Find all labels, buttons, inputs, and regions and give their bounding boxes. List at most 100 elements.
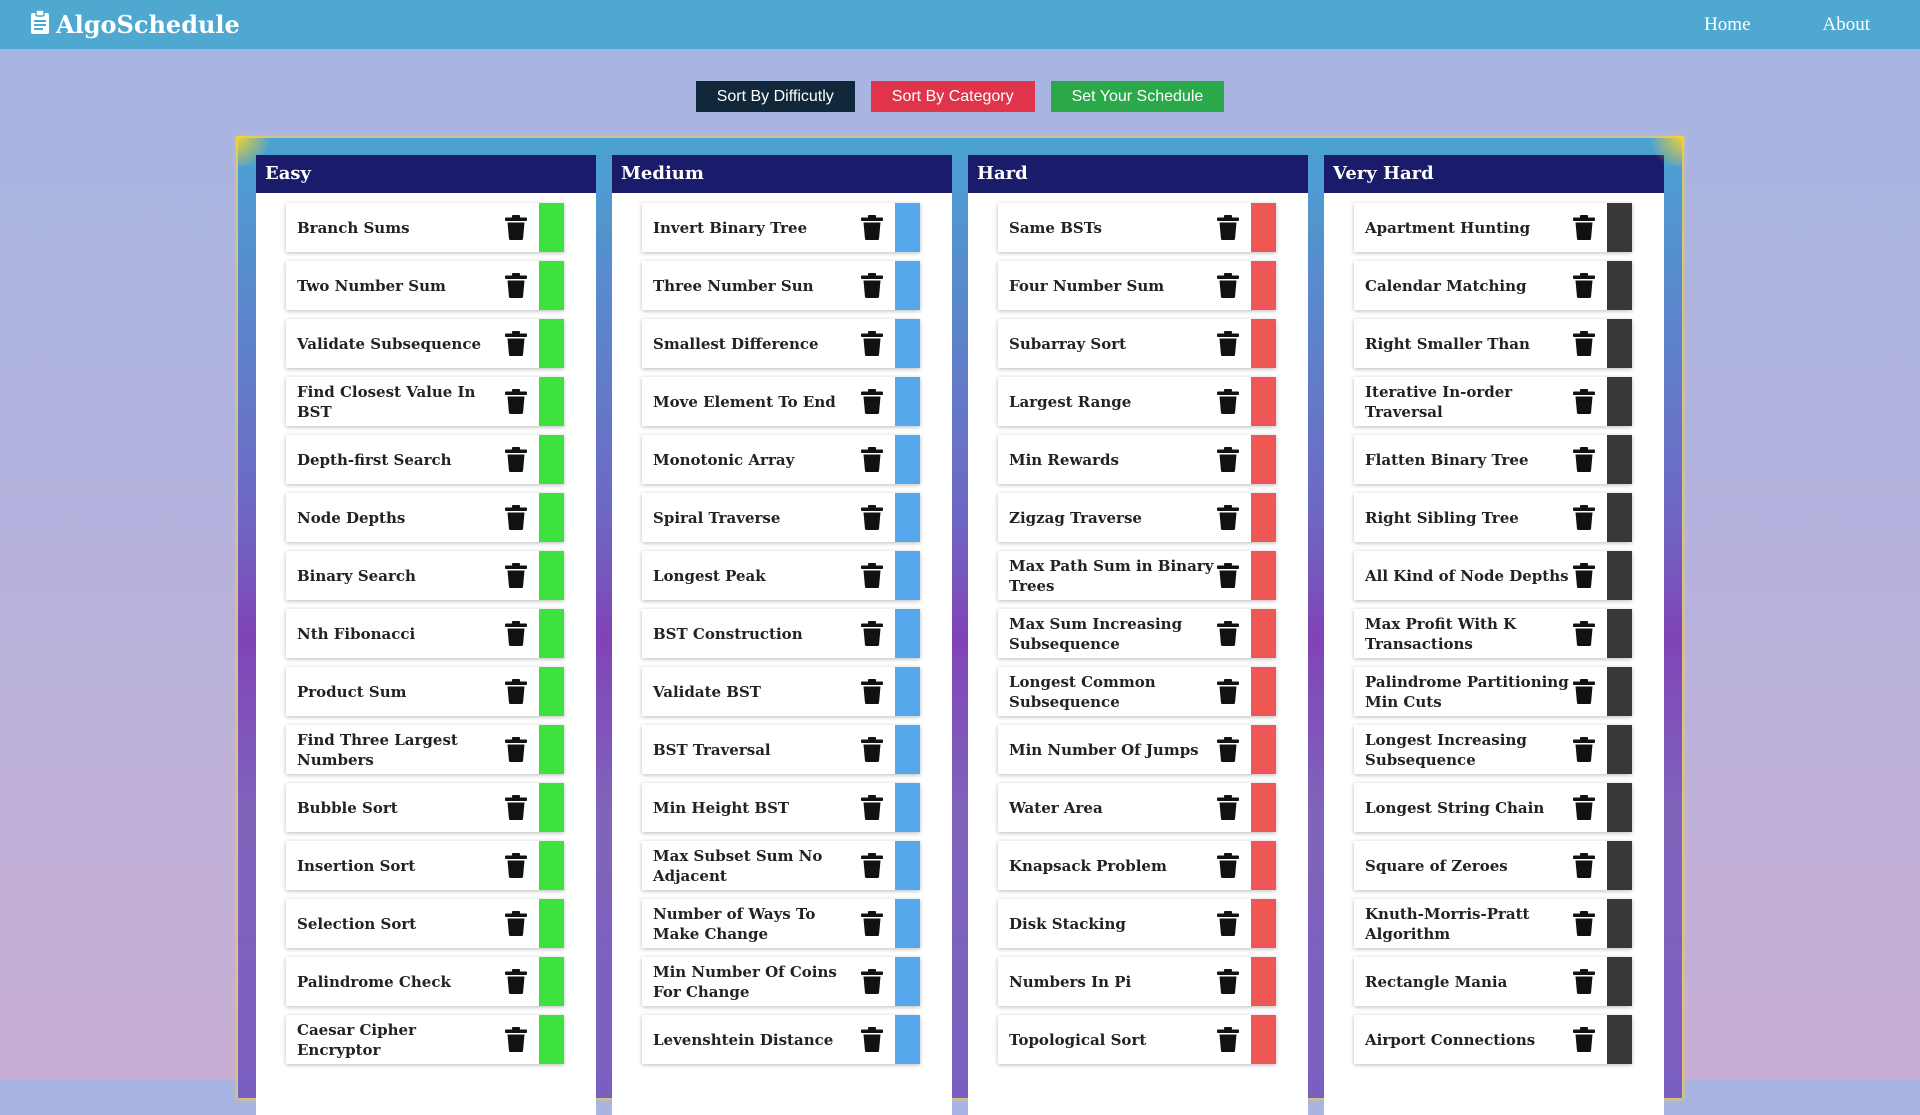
problem-card[interactable]: Max Sum Increasing Subsequence: [998, 609, 1276, 658]
problem-card[interactable]: Square of Zeroes: [1354, 841, 1632, 890]
trash-icon[interactable]: [1217, 1027, 1239, 1052]
problem-card[interactable]: Bubble Sort: [286, 783, 564, 832]
problem-card[interactable]: Binary Search: [286, 551, 564, 600]
problem-card[interactable]: Monotonic Array: [642, 435, 920, 484]
trash-icon[interactable]: [1217, 853, 1239, 878]
problem-card[interactable]: Spiral Traverse: [642, 493, 920, 542]
trash-icon[interactable]: [861, 1027, 883, 1052]
problem-card[interactable]: Depth-first Search: [286, 435, 564, 484]
problem-card[interactable]: Calendar Matching: [1354, 261, 1632, 310]
problem-card[interactable]: Numbers In Pi: [998, 957, 1276, 1006]
set-schedule-button[interactable]: Set Your Schedule: [1050, 81, 1225, 112]
trash-icon[interactable]: [505, 911, 527, 936]
problem-card[interactable]: Airport Connections: [1354, 1015, 1632, 1064]
trash-icon[interactable]: [1573, 737, 1595, 762]
trash-icon[interactable]: [1217, 215, 1239, 240]
problem-card[interactable]: Four Number Sum: [998, 261, 1276, 310]
trash-icon[interactable]: [1217, 331, 1239, 356]
trash-icon[interactable]: [1573, 563, 1595, 588]
problem-card[interactable]: Validate BST: [642, 667, 920, 716]
trash-icon[interactable]: [505, 563, 527, 588]
trash-icon[interactable]: [1217, 389, 1239, 414]
trash-icon[interactable]: [1573, 1027, 1595, 1052]
problem-card[interactable]: Levenshtein Distance: [642, 1015, 920, 1064]
brand[interactable]: AlgoSchedule: [30, 9, 240, 39]
trash-icon[interactable]: [861, 621, 883, 646]
trash-icon[interactable]: [505, 621, 527, 646]
problem-card[interactable]: Min Number Of Coins For Change: [642, 957, 920, 1006]
problem-card[interactable]: Knapsack Problem: [998, 841, 1276, 890]
problem-card[interactable]: Invert Binary Tree: [642, 203, 920, 252]
nav-link-about[interactable]: About: [1823, 14, 1871, 36]
trash-icon[interactable]: [1573, 969, 1595, 994]
problem-card[interactable]: Palindrome Partitioning Min Cuts: [1354, 667, 1632, 716]
trash-icon[interactable]: [861, 505, 883, 530]
trash-icon[interactable]: [1217, 273, 1239, 298]
problem-card[interactable]: Min Height BST: [642, 783, 920, 832]
problem-card[interactable]: Smallest Difference: [642, 319, 920, 368]
problem-card[interactable]: Find Closest Value In BST: [286, 377, 564, 426]
problem-card[interactable]: Max Path Sum in Binary Trees: [998, 551, 1276, 600]
trash-icon[interactable]: [1573, 621, 1595, 646]
trash-icon[interactable]: [861, 795, 883, 820]
trash-icon[interactable]: [861, 273, 883, 298]
problem-card[interactable]: BST Construction: [642, 609, 920, 658]
trash-icon[interactable]: [1217, 621, 1239, 646]
trash-icon[interactable]: [861, 679, 883, 704]
trash-icon[interactable]: [1217, 505, 1239, 530]
trash-icon[interactable]: [861, 331, 883, 356]
problem-card[interactable]: Move Element To End: [642, 377, 920, 426]
nav-link-home[interactable]: Home: [1704, 14, 1750, 36]
trash-icon[interactable]: [505, 969, 527, 994]
problem-card[interactable]: Selection Sort: [286, 899, 564, 948]
trash-icon[interactable]: [1573, 331, 1595, 356]
trash-icon[interactable]: [1573, 911, 1595, 936]
problem-card[interactable]: Subarray Sort: [998, 319, 1276, 368]
trash-icon[interactable]: [861, 853, 883, 878]
trash-icon[interactable]: [1573, 505, 1595, 530]
problem-card[interactable]: Three Number Sun: [642, 261, 920, 310]
trash-icon[interactable]: [1217, 447, 1239, 472]
problem-card[interactable]: Longest String Chain: [1354, 783, 1632, 832]
trash-icon[interactable]: [861, 389, 883, 414]
problem-card[interactable]: Flatten Binary Tree: [1354, 435, 1632, 484]
trash-icon[interactable]: [1573, 853, 1595, 878]
problem-card[interactable]: Topological Sort: [998, 1015, 1276, 1064]
trash-icon[interactable]: [505, 679, 527, 704]
problem-card[interactable]: Iterative In-order Traversal: [1354, 377, 1632, 426]
trash-icon[interactable]: [505, 737, 527, 762]
problem-card[interactable]: Longest Common Subsequence: [998, 667, 1276, 716]
trash-icon[interactable]: [1573, 389, 1595, 414]
trash-icon[interactable]: [861, 215, 883, 240]
problem-card[interactable]: Apartment Hunting: [1354, 203, 1632, 252]
problem-card[interactable]: All Kind of Node Depths: [1354, 551, 1632, 600]
trash-icon[interactable]: [1217, 563, 1239, 588]
trash-icon[interactable]: [505, 331, 527, 356]
problem-card[interactable]: Node Depths: [286, 493, 564, 542]
problem-card[interactable]: Find Three Largest Numbers: [286, 725, 564, 774]
problem-card[interactable]: Validate Subsequence: [286, 319, 564, 368]
problem-card[interactable]: Zigzag Traverse: [998, 493, 1276, 542]
problem-card[interactable]: Number of Ways To Make Change: [642, 899, 920, 948]
trash-icon[interactable]: [505, 795, 527, 820]
problem-card[interactable]: Max Subset Sum No Adjacent: [642, 841, 920, 890]
problem-card[interactable]: Largest Range: [998, 377, 1276, 426]
trash-icon[interactable]: [1217, 969, 1239, 994]
problem-card[interactable]: Max Profit With K Transactions: [1354, 609, 1632, 658]
trash-icon[interactable]: [1573, 215, 1595, 240]
sort-by-category-button[interactable]: Sort By Category: [870, 81, 1035, 112]
trash-icon[interactable]: [505, 1027, 527, 1052]
trash-icon[interactable]: [505, 447, 527, 472]
trash-icon[interactable]: [861, 737, 883, 762]
problem-card[interactable]: Rectangle Mania: [1354, 957, 1632, 1006]
problem-card[interactable]: BST Traversal: [642, 725, 920, 774]
sort-by-difficulty-button[interactable]: Sort By Difficutly: [695, 81, 855, 112]
problem-card[interactable]: Min Rewards: [998, 435, 1276, 484]
trash-icon[interactable]: [505, 389, 527, 414]
trash-icon[interactable]: [1573, 795, 1595, 820]
problem-card[interactable]: Disk Stacking: [998, 899, 1276, 948]
problem-card[interactable]: Water Area: [998, 783, 1276, 832]
problem-card[interactable]: Longest Peak: [642, 551, 920, 600]
trash-icon[interactable]: [1217, 737, 1239, 762]
problem-card[interactable]: Insertion Sort: [286, 841, 564, 890]
